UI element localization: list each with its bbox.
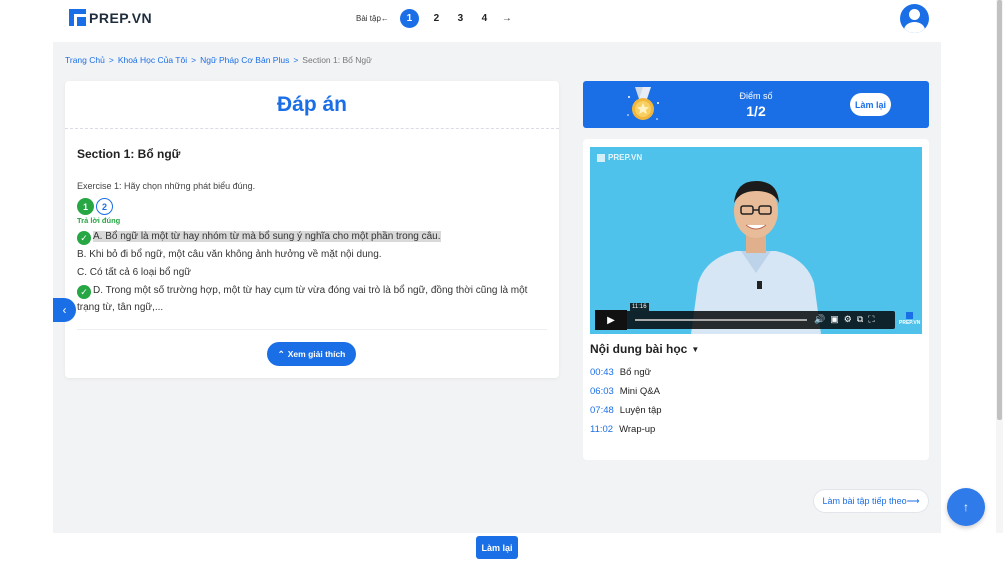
option-a-text: A. Bổ ngữ là một từ hay nhóm từ mà bổ su… [93, 231, 441, 242]
fullscreen-icon[interactable]: ⛶ [868, 314, 874, 325]
option-b-text: B. Khi bỏ đi bổ ngữ, một câu văn không ả… [77, 249, 382, 260]
arrow-right-icon: ⟶ [906, 495, 920, 506]
question-badges: 1 2 [77, 198, 113, 215]
prep-logo-icon [69, 9, 86, 26]
retry-button[interactable]: Làm lại [850, 93, 891, 116]
answer-card-title: Đáp án [276, 93, 347, 116]
lesson-contents-toggle[interactable]: Nội dung bài học ▼ [590, 342, 699, 356]
pager-page-3[interactable]: 3 [454, 13, 467, 24]
pager-page-1[interactable]: 1 [399, 9, 419, 28]
correct-answer-label: Trả lời đúng [77, 216, 121, 225]
pager-page-4[interactable]: 4 [478, 13, 491, 24]
picture-in-picture-icon[interactable]: ⧉ [857, 314, 863, 325]
toc-time: 07:48 [590, 405, 614, 416]
toc-item[interactable]: 00:43 Bổ ngữ [590, 363, 662, 382]
caret-down-icon: ▼ [691, 344, 700, 354]
question-badge-2[interactable]: 2 [96, 198, 113, 215]
time-tooltip: 11:16 [630, 303, 649, 311]
logo-text: PREP.VN [89, 9, 153, 26]
option-b: B. Khi bỏ đi bổ ngữ, một câu văn không ả… [77, 246, 537, 263]
score-card: Điểm số 1/2 Làm lại [583, 81, 929, 128]
option-d: ✓ D. Trong một số trường hợp, một từ hay … [77, 282, 537, 316]
breadcrumb-my-courses[interactable]: Khoá Học Của Tôi [118, 55, 187, 65]
play-icon[interactable]: ▶ [595, 310, 627, 330]
question-badge-1[interactable]: 1 [77, 198, 94, 215]
toc-name: Mini Q&A [619, 386, 660, 397]
toc-time: 11:02 [590, 424, 614, 435]
toc-time: 00:43 [590, 367, 614, 378]
toc-name: Luyện tập [619, 405, 662, 416]
chevron-left-icon: ‹ [62, 303, 67, 317]
option-c-text: C. Có tất cả 6 loại bổ ngữ [77, 267, 191, 278]
video-brand: PREP.VN [899, 312, 920, 326]
exercise-pager: Bài tập← 1 2 3 4 → [356, 9, 512, 28]
toc-item[interactable]: 11:02 Wrap-up [590, 420, 662, 439]
volume-icon[interactable]: 🔊 [814, 314, 825, 325]
scroll-to-top-button[interactable]: ↑ [947, 488, 985, 526]
presenter-image [691, 181, 821, 334]
settings-gear-icon[interactable]: ⚙ [844, 314, 852, 325]
lesson-contents-list: 00:43 Bổ ngữ 06:03 Mini Q&A 07:48 Luyện … [590, 363, 662, 439]
breadcrumb: Trang Chủ > Khoá Học Của Tôi > Ngữ Pháp Cơ… [65, 55, 372, 65]
captions-icon[interactable]: ▣ [830, 314, 839, 325]
chevron-up-icon: ⌃ [277, 348, 285, 359]
check-circle-icon: ✓ [77, 231, 91, 245]
scrollbar-thumb[interactable] [997, 0, 1002, 420]
lesson-contents-title: Nội dung bài học [590, 342, 688, 356]
toc-time: 06:03 [590, 386, 614, 397]
exercise-prompt: Exercise 1: Hãy chọn những phát biểu đún… [77, 181, 256, 191]
video-control-icons: 🔊 ▣ ⚙ ⧉ ⛶ [814, 314, 875, 325]
prep-logo[interactable]: PREP.VN [69, 9, 152, 26]
toc-item[interactable]: 06:03 Mini Q&A [590, 382, 662, 401]
toc-name: Bổ ngữ [619, 367, 651, 378]
section-title: Section 1: Bổ ngữ [77, 147, 181, 161]
breadcrumb-home[interactable]: Trang Chủ [65, 55, 105, 65]
video-player[interactable]: PREP.VN ▶ 11:16 🔊 ▣ ⚙ ⧉ ⛶ PREP.VN [590, 147, 922, 334]
video-progress-bar[interactable] [635, 319, 807, 321]
toc-item[interactable]: 07:48 Luyện tập [590, 401, 662, 420]
answer-card: Đáp án Section 1: Bổ ngữ Exercise 1: Hãy… [65, 81, 559, 378]
video-card: PREP.VN ▶ 11:16 🔊 ▣ ⚙ ⧉ ⛶ PREP.VN Nội du… [583, 139, 929, 460]
toc-name: Wrap-up [619, 424, 656, 435]
divider [65, 128, 559, 129]
option-a: ✓ A. Bổ ngữ là một từ hay nhóm từ mà bổ s… [77, 228, 537, 245]
pager-next-arrow-icon[interactable]: → [502, 13, 512, 24]
user-avatar-icon[interactable] [900, 4, 929, 33]
view-explanation-button[interactable]: ⌃ Xem giải thích [267, 342, 356, 366]
pager-page-2[interactable]: 2 [430, 13, 443, 24]
check-circle-icon: ✓ [77, 285, 91, 299]
divider [77, 329, 547, 330]
pager-label: Bài tập← [356, 14, 389, 23]
arrow-up-icon: ↑ [963, 500, 969, 514]
collapse-panel-button[interactable]: ‹ [53, 298, 76, 322]
breadcrumb-current: Section 1: Bổ Ngữ [302, 55, 372, 65]
footer-retry-button[interactable]: Làm lại [476, 536, 518, 559]
next-exercise-button[interactable]: Làm bài tập tiếp theo ⟶ [813, 489, 929, 513]
video-logo: PREP.VN [597, 153, 642, 162]
option-d-text: D. Trong một số trường hợp, một từ hay c… [77, 285, 528, 313]
option-c: C. Có tất cả 6 loại bổ ngữ [77, 264, 537, 281]
breadcrumb-course[interactable]: Ngữ Pháp Cơ Bản Plus [200, 55, 289, 65]
